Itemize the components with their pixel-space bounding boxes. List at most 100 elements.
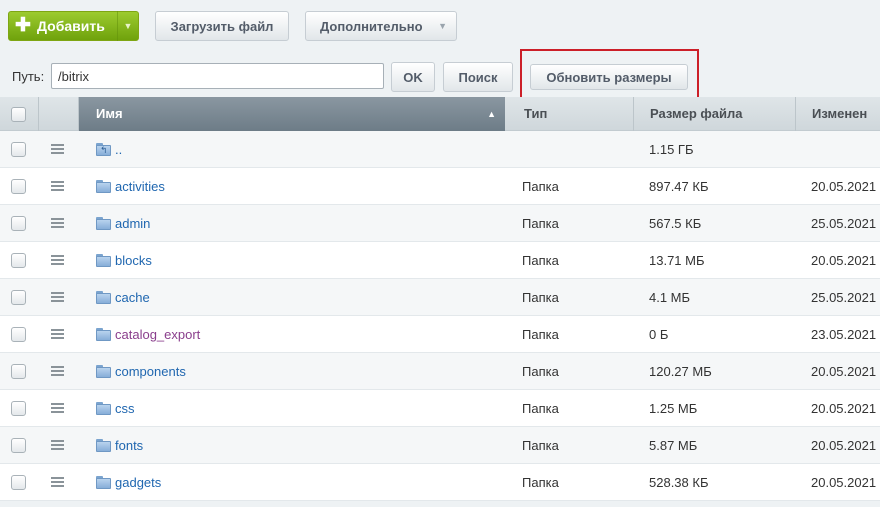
folder-icon xyxy=(96,476,111,489)
file-table: Имя ▲ Тип Размер файла Изменен ↰ .. 1.15… xyxy=(0,97,880,501)
row-checkbox[interactable] xyxy=(11,179,26,194)
table-row[interactable]: css Папка 1.25 МБ 20.05.2021 xyxy=(0,390,880,427)
row-checkbox[interactable] xyxy=(11,253,26,268)
file-size: 1.25 МБ xyxy=(649,401,698,416)
plus-icon: ✚ xyxy=(15,15,31,36)
table-row[interactable]: admin Папка 567.5 КБ 25.05.2021 xyxy=(0,205,880,242)
file-modified: 25.05.2021 xyxy=(811,216,877,231)
folder-icon xyxy=(96,365,111,378)
file-name-link[interactable]: gadgets xyxy=(115,475,161,490)
table-row[interactable]: components Папка 120.27 МБ 20.05.2021 xyxy=(0,353,880,390)
row-menu-icon[interactable] xyxy=(51,329,64,339)
file-modified: 20.05.2021 xyxy=(811,179,877,194)
file-name-link[interactable]: fonts xyxy=(115,438,143,453)
file-type: Папка xyxy=(522,179,559,194)
file-size: 1.15 ГБ xyxy=(649,142,694,157)
table-row[interactable]: blocks Папка 13.71 МБ 20.05.2021 xyxy=(0,242,880,279)
folder-icon xyxy=(96,328,111,341)
file-size: 897.47 КБ xyxy=(649,179,709,194)
column-header-modified[interactable]: Изменен xyxy=(812,97,867,131)
file-size: 5.87 МБ xyxy=(649,438,698,453)
row-menu-icon[interactable] xyxy=(51,292,64,302)
folder-up-icon: ↰ xyxy=(96,143,111,156)
file-name-link[interactable]: .. xyxy=(115,142,122,157)
file-name-link[interactable]: components xyxy=(115,364,186,379)
row-menu-icon[interactable] xyxy=(51,366,64,376)
ok-button[interactable]: OK xyxy=(391,62,435,92)
file-modified: 20.05.2021 xyxy=(811,438,877,453)
folder-icon xyxy=(96,439,111,452)
file-size: 528.38 КБ xyxy=(649,475,709,490)
file-modified: 20.05.2021 xyxy=(811,401,877,416)
file-name-link[interactable]: css xyxy=(115,401,135,416)
file-type: Папка xyxy=(522,438,559,453)
file-size: 567.5 КБ xyxy=(649,216,702,231)
table-row[interactable]: activities Папка 897.47 КБ 20.05.2021 xyxy=(0,168,880,205)
path-input[interactable] xyxy=(51,63,384,89)
column-header-name[interactable]: Имя ▲ xyxy=(79,97,505,131)
file-type: Папка xyxy=(522,216,559,231)
row-checkbox[interactable] xyxy=(11,327,26,342)
file-modified: 20.05.2021 xyxy=(811,253,877,268)
folder-icon xyxy=(96,180,111,193)
row-menu-icon[interactable] xyxy=(51,218,64,228)
file-name-link[interactable]: cache xyxy=(115,290,150,305)
row-menu-icon[interactable] xyxy=(51,403,64,413)
folder-icon xyxy=(96,217,111,230)
row-menu-icon[interactable] xyxy=(51,181,64,191)
table-row[interactable]: fonts Папка 5.87 МБ 20.05.2021 xyxy=(0,427,880,464)
row-checkbox[interactable] xyxy=(11,438,26,453)
row-menu-icon[interactable] xyxy=(51,440,64,450)
file-size: 120.27 МБ xyxy=(649,364,712,379)
row-menu-icon[interactable] xyxy=(51,255,64,265)
file-modified: 25.05.2021 xyxy=(811,290,877,305)
file-name-link[interactable]: catalog_export xyxy=(115,327,200,342)
row-checkbox[interactable] xyxy=(11,475,26,490)
search-button[interactable]: Поиск xyxy=(443,62,513,92)
table-header: Имя ▲ Тип Размер файла Изменен xyxy=(0,97,880,131)
folder-icon xyxy=(96,291,111,304)
file-name-link[interactable]: blocks xyxy=(115,253,152,268)
column-header-type[interactable]: Тип xyxy=(524,97,547,131)
file-size: 0 Б xyxy=(649,327,669,342)
file-type: Папка xyxy=(522,290,559,305)
chevron-down-icon: ▼ xyxy=(438,21,447,31)
row-checkbox[interactable] xyxy=(11,401,26,416)
row-menu-icon[interactable] xyxy=(51,477,64,487)
select-all-checkbox[interactable] xyxy=(11,107,26,122)
path-label: Путь: xyxy=(12,69,45,84)
folder-icon xyxy=(96,402,111,415)
table-body: ↰ .. 1.15 ГБ activities Папка 897.47 КБ … xyxy=(0,131,880,501)
file-type: Папка xyxy=(522,401,559,416)
file-name-link[interactable]: admin xyxy=(115,216,150,231)
table-row[interactable]: cache Папка 4.1 МБ 25.05.2021 xyxy=(0,279,880,316)
file-type: Папка xyxy=(522,364,559,379)
table-row[interactable]: ↰ .. 1.15 ГБ xyxy=(0,131,880,168)
file-type: Папка xyxy=(522,475,559,490)
file-type: Папка xyxy=(522,327,559,342)
row-checkbox[interactable] xyxy=(11,364,26,379)
path-bar: Путь: OK Поиск Обновить размеры xyxy=(0,49,880,110)
table-row[interactable]: catalog_export Папка 0 Б 23.05.2021 xyxy=(0,316,880,353)
file-modified: 20.05.2021 xyxy=(811,475,877,490)
file-modified: 20.05.2021 xyxy=(811,364,877,379)
file-size: 4.1 МБ xyxy=(649,290,691,305)
add-button-label: Добавить xyxy=(37,18,105,34)
column-header-size[interactable]: Размер файла xyxy=(650,97,743,131)
table-row[interactable]: gadgets Папка 528.38 КБ 20.05.2021 xyxy=(0,464,880,501)
chevron-down-icon[interactable]: ▼ xyxy=(118,21,138,31)
row-menu-icon[interactable] xyxy=(51,144,64,154)
folder-icon xyxy=(96,254,111,267)
more-button-label: Дополнительно xyxy=(320,18,423,34)
toolbar: ✚ Добавить ▼ Загрузить файл Дополнительн… xyxy=(0,0,880,50)
sort-asc-icon: ▲ xyxy=(487,109,496,119)
file-modified: 23.05.2021 xyxy=(811,327,877,342)
more-button[interactable]: Дополнительно ▼ xyxy=(305,11,457,41)
row-checkbox[interactable] xyxy=(11,142,26,157)
add-button[interactable]: ✚ Добавить ▼ xyxy=(8,11,139,41)
file-name-link[interactable]: activities xyxy=(115,179,165,194)
row-checkbox[interactable] xyxy=(11,216,26,231)
file-type: Папка xyxy=(522,253,559,268)
row-checkbox[interactable] xyxy=(11,290,26,305)
upload-file-button[interactable]: Загрузить файл xyxy=(155,11,289,41)
